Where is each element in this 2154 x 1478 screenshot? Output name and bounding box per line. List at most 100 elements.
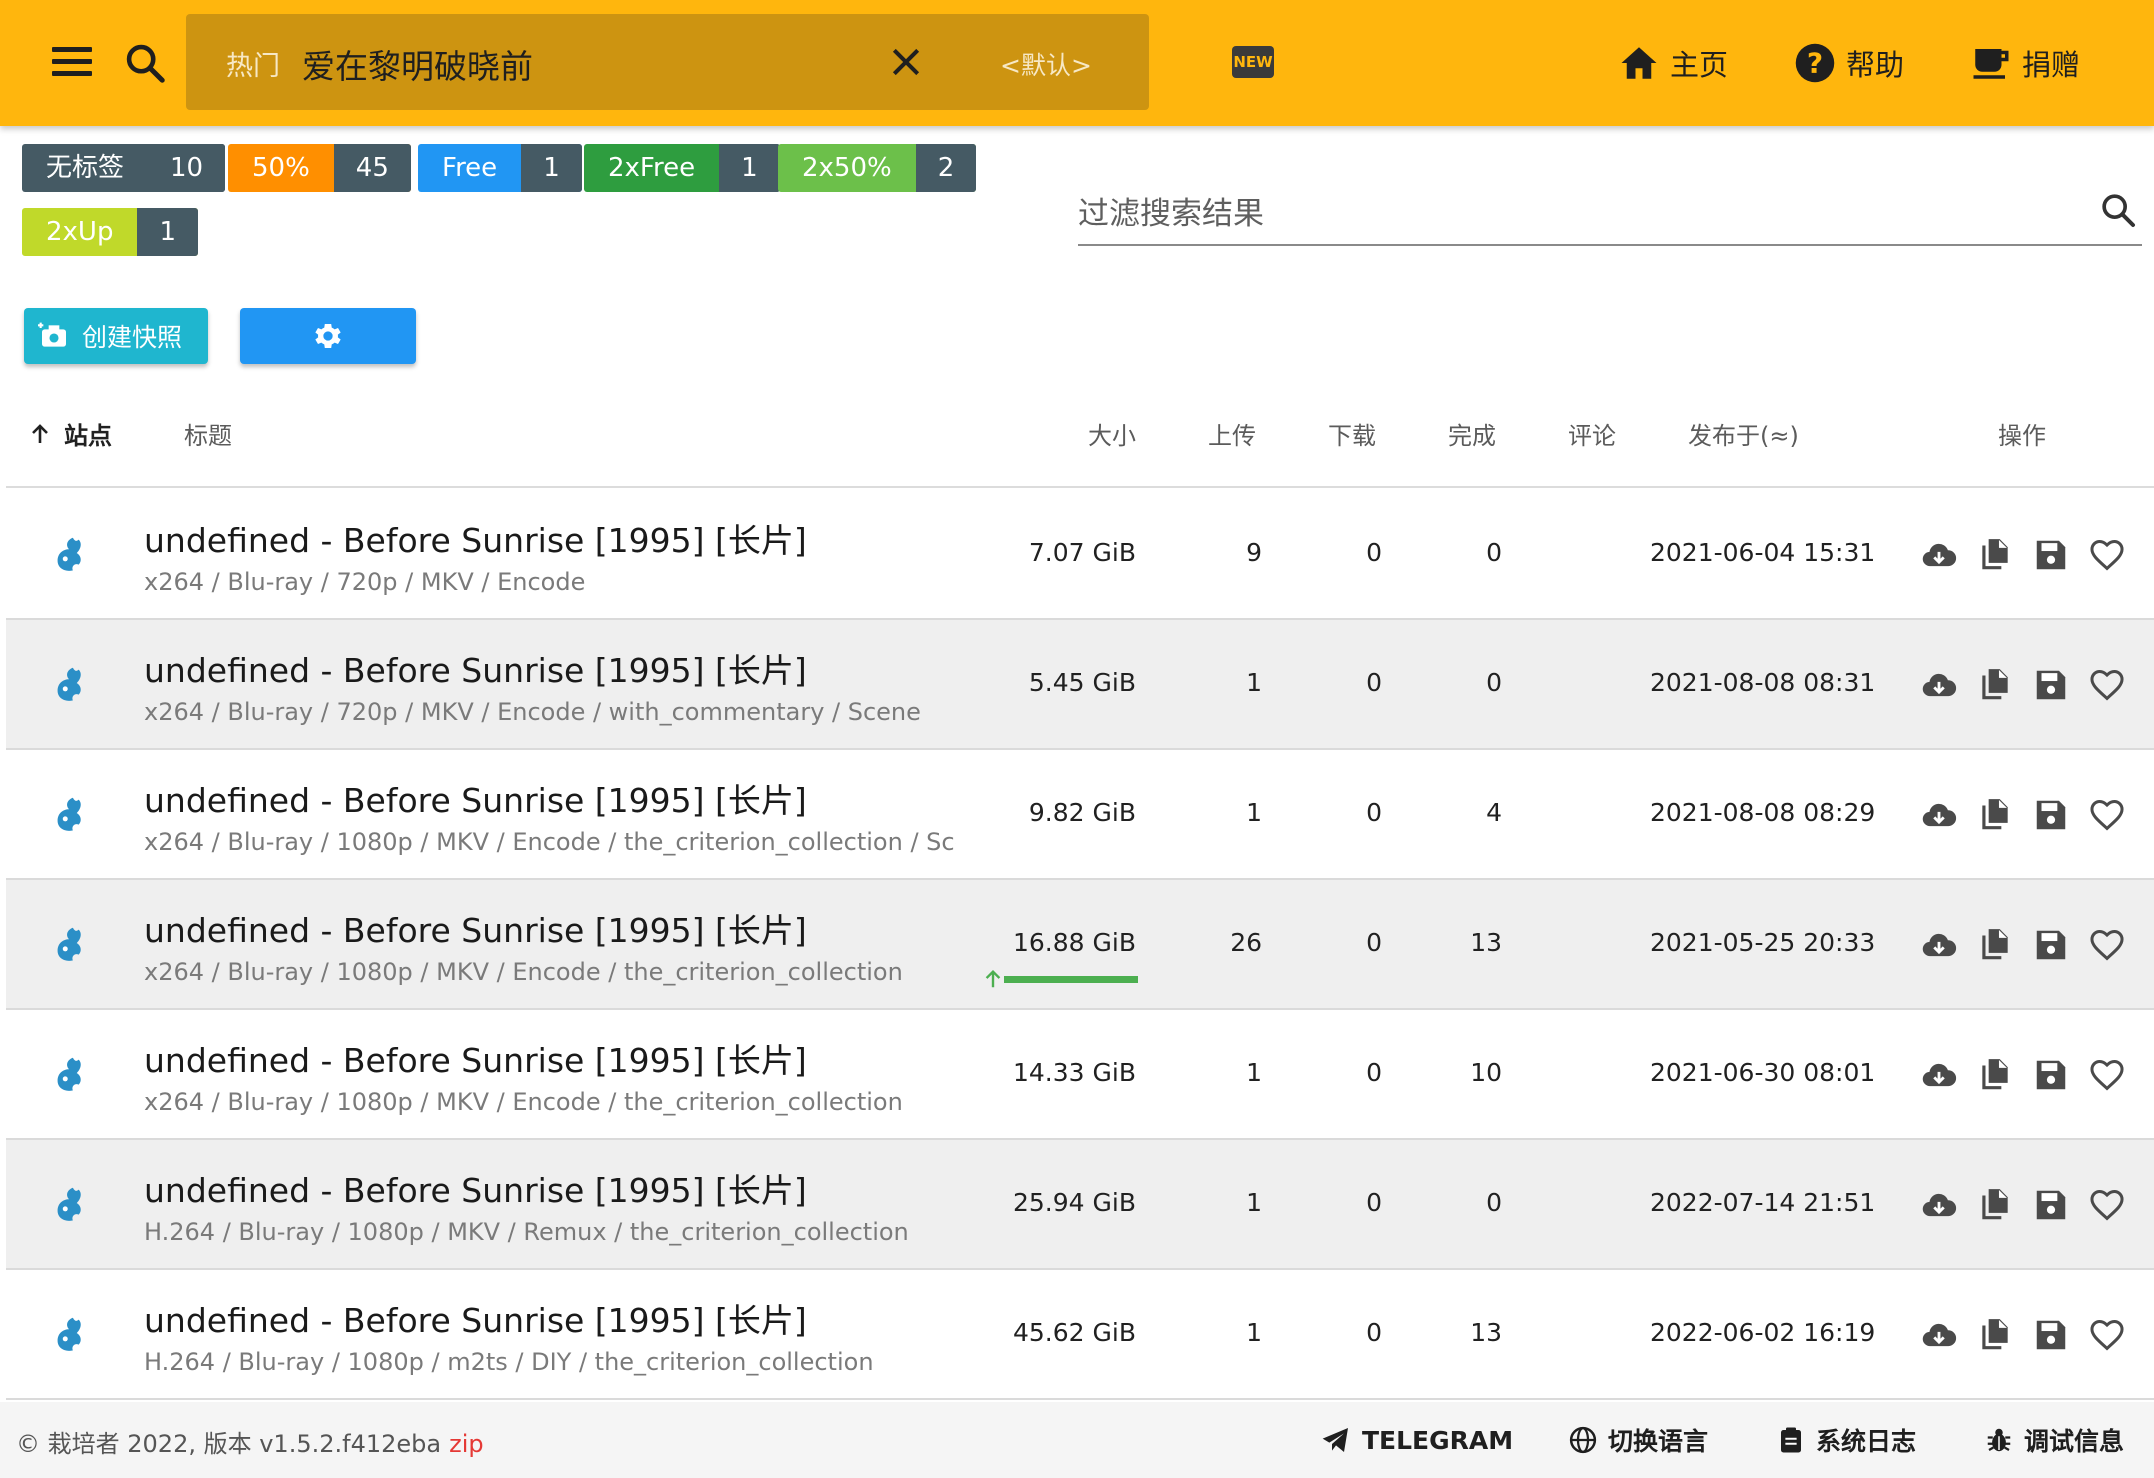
save-icon[interactable] <box>2032 926 2070 964</box>
favorite-icon[interactable] <box>2088 1186 2126 1224</box>
th-comments[interactable]: 评论 <box>1568 416 1616 451</box>
th-site[interactable]: 站点 <box>28 416 112 451</box>
favorite-icon[interactable] <box>2088 536 2126 574</box>
download-icon[interactable] <box>1920 536 1958 574</box>
download-icon[interactable] <box>1920 666 1958 704</box>
favorite-icon[interactable] <box>2088 666 2126 704</box>
zip-link[interactable]: zip <box>449 1430 484 1458</box>
settings-button[interactable] <box>240 308 416 364</box>
th-title[interactable]: 标题 <box>184 416 232 451</box>
torrent-title[interactable]: undefined - Before Sunrise [1995] [长片] <box>144 1034 807 1082</box>
copy-icon[interactable] <box>1976 926 2014 964</box>
debug-info-button[interactable]: 调试信息 <box>1984 1418 2124 1462</box>
telegram-link[interactable]: TELEGRAM <box>1320 1418 1513 1462</box>
torrent-tags: x264 / Blu-ray / 1080p / MKV / Encode / … <box>144 958 903 986</box>
arrow-up-icon <box>32 423 48 443</box>
download-icon[interactable] <box>1920 1316 1958 1354</box>
save-icon[interactable] <box>2032 536 2070 574</box>
torrent-seeders: 1 <box>1246 1318 1262 1347</box>
torrent-title[interactable]: undefined - Before Sunrise [1995] [长片] <box>144 904 807 952</box>
menu-icon[interactable] <box>48 40 96 86</box>
save-icon[interactable] <box>2032 796 2070 834</box>
search-box[interactable]: 热门 爱在黎明破晓前 <默认> <box>186 14 1149 110</box>
download-icon[interactable] <box>1920 1186 1958 1224</box>
site-logo-icon[interactable] <box>48 1182 94 1228</box>
telegram-label: TELEGRAM <box>1362 1425 1514 1455</box>
th-completed[interactable]: 完成 <box>1448 416 1496 451</box>
tag-chip-50[interactable]: 50% 45 <box>228 144 411 192</box>
clipboard-icon <box>1781 1427 1801 1453</box>
site-logo-icon[interactable] <box>48 792 94 838</box>
torrent-size: 25.94 GiB <box>1013 1188 1136 1217</box>
favorite-icon[interactable] <box>2088 1316 2126 1354</box>
tag-chip-2xup[interactable]: 2xUp 1 <box>22 208 199 256</box>
new-icon[interactable]: NEW <box>1232 46 1274 78</box>
torrent-date: 2021-05-25 20:33 <box>1650 928 1876 957</box>
tag-chip-free[interactable]: Free 1 <box>418 144 582 192</box>
copy-icon[interactable] <box>1976 1186 2014 1224</box>
gear-icon <box>315 324 341 348</box>
table-row: undefined - Before Sunrise [1995] [长片] x… <box>6 750 2154 880</box>
favorite-icon[interactable] <box>2088 926 2126 964</box>
filter-field <box>1078 186 2142 246</box>
torrent-size: 7.07 GiB <box>1028 538 1136 567</box>
download-icon[interactable] <box>1920 1056 1958 1094</box>
tag-chip-untagged[interactable]: 无标签 10 <box>22 144 226 192</box>
save-icon[interactable] <box>2032 666 2070 704</box>
clear-icon[interactable] <box>886 42 926 82</box>
th-leechers[interactable]: 下载 <box>1328 416 1376 451</box>
copy-icon[interactable] <box>1976 1056 2014 1094</box>
save-icon[interactable] <box>2032 1316 2070 1354</box>
torrent-leechers: 0 <box>1366 928 1382 957</box>
site-logo-icon[interactable] <box>48 1052 94 1098</box>
torrent-date: 2022-07-14 21:51 <box>1650 1188 1876 1217</box>
torrent-title[interactable]: undefined - Before Sunrise [1995] [长片] <box>144 514 807 562</box>
download-icon[interactable] <box>1920 796 1958 834</box>
copy-icon[interactable] <box>1976 796 2014 834</box>
site-logo-icon[interactable] <box>48 922 94 968</box>
tag-chip-2x50[interactable]: 2x50% 2 <box>778 144 977 192</box>
debug-info-label: 调试信息 <box>2024 1427 2125 1456</box>
site-logo-icon[interactable] <box>48 532 94 578</box>
search-icon[interactable] <box>2098 190 2138 230</box>
tag-count: 1 <box>521 144 582 192</box>
system-log-button[interactable]: 系统日志 <box>1776 1418 1916 1462</box>
save-icon[interactable] <box>2032 1186 2070 1224</box>
download-icon[interactable] <box>1920 926 1958 964</box>
nav-help[interactable]: ? 帮助 <box>1794 34 1904 92</box>
tag-chip-2xfree[interactable]: 2xFree 1 <box>584 144 780 192</box>
torrent-leechers: 0 <box>1366 1058 1382 1087</box>
torrent-title[interactable]: undefined - Before Sunrise [1995] [长片] <box>144 644 807 692</box>
search-icon[interactable] <box>122 40 170 86</box>
torrent-title[interactable]: undefined - Before Sunrise [1995] [长片] <box>144 774 807 822</box>
favorite-icon[interactable] <box>2088 1056 2126 1094</box>
th-site-label: 站点 <box>64 422 112 450</box>
torrent-seeders: 1 <box>1246 798 1262 827</box>
nav-donate[interactable]: 捐赠 <box>1970 34 2080 92</box>
torrent-title[interactable]: undefined - Before Sunrise [1995] [长片] <box>144 1164 807 1212</box>
torrent-completed: 0 <box>1486 668 1502 697</box>
torrent-seeders: 1 <box>1246 1058 1262 1087</box>
switch-language-button[interactable]: 切换语言 <box>1568 1418 1708 1462</box>
telegram-icon <box>1322 1428 1348 1452</box>
tag-name: Free <box>442 153 498 183</box>
save-icon[interactable] <box>2032 1056 2070 1094</box>
copy-icon[interactable] <box>1976 536 2014 574</box>
th-seeders[interactable]: 上传 <box>1208 416 1256 451</box>
copy-icon[interactable] <box>1976 1316 2014 1354</box>
torrent-title[interactable]: undefined - Before Sunrise [1995] [长片] <box>144 1294 807 1342</box>
copy-icon[interactable] <box>1976 666 2014 704</box>
th-time[interactable]: 发布于(≈) <box>1688 416 1799 451</box>
favorite-icon[interactable] <box>2088 796 2126 834</box>
site-logo-icon[interactable] <box>48 662 94 708</box>
torrent-tags: x264 / Blu-ray / 1080p / MKV / Encode / … <box>144 828 956 856</box>
filter-input[interactable] <box>1078 186 2038 242</box>
create-snapshot-button[interactable]: 创建快照 <box>24 308 208 364</box>
search-hot-label[interactable]: 热门 <box>226 44 280 83</box>
th-size[interactable]: 大小 <box>1088 416 1136 451</box>
search-input[interactable]: 爱在黎明破晓前 <box>302 40 533 88</box>
copyright-text: © 栽培者 2022, 版本 v1.5.2.f412eba <box>16 1430 442 1458</box>
search-plan-select[interactable]: <默认> <box>1000 46 1092 82</box>
site-logo-icon[interactable] <box>48 1312 94 1358</box>
nav-home[interactable]: 主页 <box>1618 34 1728 92</box>
